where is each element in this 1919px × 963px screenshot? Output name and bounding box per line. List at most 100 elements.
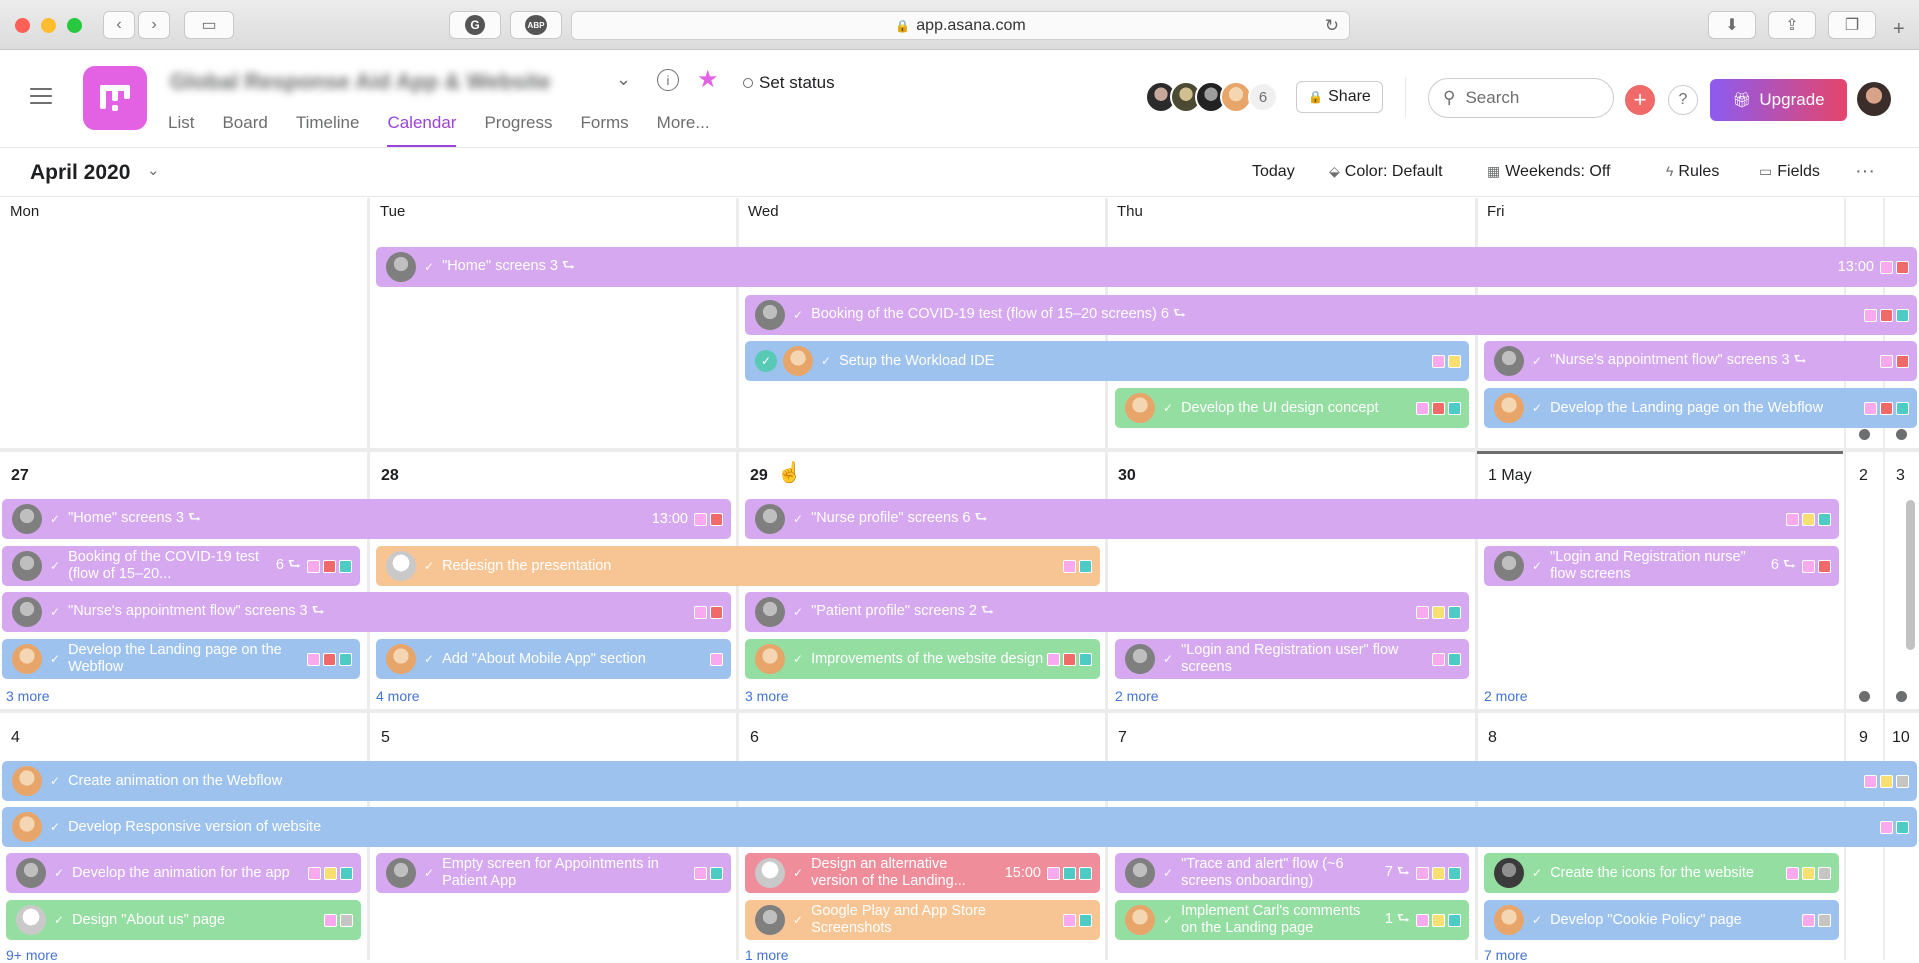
day-number[interactable]: 28: [381, 467, 399, 485]
check-icon[interactable]: ✓: [50, 559, 60, 573]
task-bar[interactable]: ✓ Improvements of the website design: [745, 639, 1100, 679]
task-bar[interactable]: ✓ Booking of the COVID-19 test (flow of …: [2, 546, 360, 586]
check-icon[interactable]: ✓: [424, 866, 434, 880]
overflow-menu-icon[interactable]: ···: [1855, 160, 1875, 183]
chevron-down-icon[interactable]: ⌄: [147, 161, 160, 179]
task-bar[interactable]: ✓ Create animation on the Webflow: [2, 761, 1917, 801]
check-icon[interactable]: ✓: [793, 308, 803, 322]
check-icon[interactable]: ✓: [50, 652, 60, 666]
tab-board[interactable]: Board: [222, 113, 267, 147]
task-bar[interactable]: ✓ Develop the UI design concept: [1115, 388, 1469, 428]
task-bar[interactable]: ✓ Redesign the presentation: [376, 546, 1100, 586]
tabs-icon[interactable]: ❐: [1828, 11, 1876, 39]
completed-check-icon[interactable]: ✓: [755, 350, 777, 372]
task-bar[interactable]: ✓ Develop the animation for the app: [6, 853, 361, 893]
task-bar[interactable]: ✓ Implement Carl's comments on the Landi…: [1115, 900, 1469, 940]
check-icon[interactable]: ✓: [793, 652, 803, 666]
info-icon[interactable]: i: [657, 69, 679, 91]
task-bar[interactable]: ✓ Develop the Landing page on the Webflo…: [1484, 388, 1917, 428]
star-icon[interactable]: ★: [697, 65, 719, 94]
adblock-icon[interactable]: ABP: [510, 11, 562, 39]
check-icon[interactable]: ✓: [1163, 401, 1173, 415]
task-bar[interactable]: ✓ Booking of the COVID-19 test (flow of …: [745, 295, 1917, 335]
set-status-button[interactable]: Set status: [743, 73, 835, 93]
check-icon[interactable]: ✓: [424, 260, 434, 274]
hamburger-menu-icon[interactable]: [30, 88, 52, 104]
search-input[interactable]: ⚲ Search: [1428, 78, 1614, 118]
check-icon[interactable]: ✓: [1163, 652, 1173, 666]
day-number[interactable]: 1 May: [1488, 467, 1532, 485]
task-bar[interactable]: ✓ "Nurse's appointment flow" screens 3 ⮑: [2, 592, 731, 632]
task-bar[interactable]: ✓ Empty screen for Appointments in Patie…: [376, 853, 731, 893]
check-icon[interactable]: ✓: [793, 866, 803, 880]
task-bar[interactable]: ✓ "Nurse's appointment flow" screens 3 ⮑: [1484, 341, 1917, 381]
task-bar[interactable]: ✓ Design "About us" page: [6, 900, 361, 940]
check-icon[interactable]: ✓: [54, 913, 64, 927]
month-title[interactable]: April 2020: [30, 161, 130, 185]
more-tasks-link[interactable]: 9+ more: [6, 947, 58, 963]
day-number[interactable]: 27: [11, 467, 29, 485]
check-icon[interactable]: ✓: [50, 605, 60, 619]
check-icon[interactable]: ✓: [793, 605, 803, 619]
more-tasks-link[interactable]: 2 more: [1484, 688, 1528, 704]
check-icon[interactable]: ✓: [54, 866, 64, 880]
project-members[interactable]: 6: [1145, 81, 1278, 113]
task-bar[interactable]: ✓ "Trace and alert" flow (~6 screens onb…: [1115, 853, 1469, 893]
check-icon[interactable]: ✓: [793, 913, 803, 927]
forward-icon[interactable]: ›: [138, 11, 170, 39]
day-number[interactable]: 7: [1118, 729, 1127, 747]
task-bar[interactable]: ✓ "Login and Registration nurse" flow sc…: [1484, 546, 1839, 586]
task-bar[interactable]: ✓ Create the icons for the website: [1484, 853, 1839, 893]
minimize-window-button[interactable]: [41, 18, 56, 33]
check-icon[interactable]: ✓: [1532, 559, 1542, 573]
tab-forms[interactable]: Forms: [580, 113, 628, 147]
color-button[interactable]: ⬙ Color: Default: [1329, 163, 1443, 181]
check-icon[interactable]: ✓: [424, 652, 434, 666]
check-icon[interactable]: ✓: [1532, 913, 1542, 927]
day-number[interactable]: 6: [750, 729, 759, 747]
check-icon[interactable]: ✓: [1532, 354, 1542, 368]
task-bar[interactable]: ✓ Add "About Mobile App" section: [376, 639, 731, 679]
day-number[interactable]: 30: [1118, 467, 1136, 485]
task-bar[interactable]: ✓ Develop Responsive version of website: [2, 807, 1917, 847]
sidebar-icon[interactable]: ▭: [184, 11, 234, 39]
more-tasks-link[interactable]: 1 more: [745, 947, 789, 963]
today-button[interactable]: Today: [1252, 163, 1295, 181]
day-number[interactable]: 5: [381, 729, 390, 747]
more-tasks-link[interactable]: 2 more: [1115, 688, 1159, 704]
check-icon[interactable]: ✓: [793, 512, 803, 526]
check-icon[interactable]: ✓: [1163, 913, 1173, 927]
check-icon[interactable]: ✓: [1532, 866, 1542, 880]
tab-more[interactable]: More...: [657, 113, 710, 147]
more-tasks-link[interactable]: 3 more: [745, 688, 789, 704]
upgrade-button[interactable]: 🎁︎ Upgrade: [1710, 79, 1847, 121]
day-number[interactable]: 9: [1859, 729, 1868, 747]
new-tab-icon[interactable]: +: [1893, 18, 1905, 41]
task-bar[interactable]: ✓ Develop "Cookie Policy" page: [1484, 900, 1839, 940]
quick-add-button[interactable]: +: [1625, 85, 1655, 115]
task-bar[interactable]: ✓ Design an alternative version of the L…: [745, 853, 1100, 893]
tab-calendar[interactable]: Calendar: [387, 113, 457, 147]
overflow-dot[interactable]: [1859, 691, 1870, 702]
share-icon[interactable]: ⇪: [1768, 11, 1816, 39]
back-icon[interactable]: ‹: [103, 11, 135, 39]
task-bar[interactable]: ✓ "Patient profile" screens 2 ⮑: [745, 592, 1469, 632]
reload-icon[interactable]: ↻: [1325, 16, 1339, 36]
help-button[interactable]: ?: [1668, 85, 1698, 115]
day-number[interactable]: 2: [1859, 467, 1868, 485]
task-bar[interactable]: ✓ "Home" screens 3 ⮑ 13:00: [2, 499, 731, 539]
grammarly-icon[interactable]: G: [449, 11, 501, 39]
check-icon[interactable]: ✓: [50, 512, 60, 526]
rules-button[interactable]: ϟ Rules: [1666, 163, 1719, 181]
check-icon[interactable]: ✓: [424, 559, 434, 573]
check-icon[interactable]: ✓: [1532, 401, 1542, 415]
address-bar[interactable]: 🔒 app.asana.com ↻: [571, 11, 1350, 40]
more-tasks-link[interactable]: 4 more: [376, 688, 420, 704]
overflow-dot[interactable]: [1859, 429, 1870, 440]
fields-button[interactable]: ▭ Fields: [1759, 163, 1820, 181]
project-name[interactable]: Global Response Aid App & Website: [170, 69, 551, 95]
task-bar[interactable]: ✓ "Nurse profile" screens 6 ⮑: [745, 499, 1839, 539]
avatar[interactable]: [1857, 82, 1891, 116]
check-icon[interactable]: ✓: [1163, 866, 1173, 880]
check-icon[interactable]: ✓: [50, 774, 60, 788]
